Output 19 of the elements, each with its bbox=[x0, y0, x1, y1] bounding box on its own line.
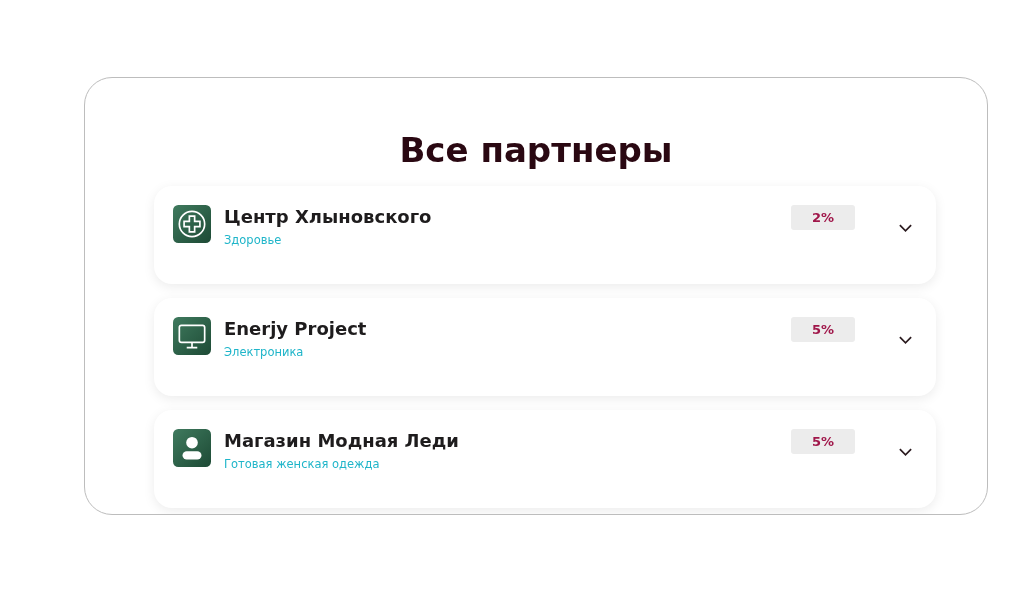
discount-badge: 5% bbox=[791, 317, 855, 342]
chevron-icon[interactable] bbox=[898, 223, 913, 233]
partner-name: Центр Хлыновского bbox=[224, 205, 432, 229]
partner-category: Готовая женская одежда bbox=[224, 457, 381, 471]
chevron-icon[interactable] bbox=[898, 447, 913, 457]
partner-card[interactable]: Магазин Модная Леди Готовая женская одежда 5% bbox=[154, 410, 936, 508]
partner-card[interactable]: Центр Хлыновского Здоровье 2% bbox=[154, 186, 936, 284]
partner-card[interactable]: Enerjy Project Электроника 5% bbox=[154, 298, 936, 396]
partner-name: Магазин Модная Леди bbox=[224, 429, 459, 453]
page-title: Все партнеры bbox=[398, 129, 674, 172]
discount-badge: 5% bbox=[791, 429, 855, 454]
monitor-icon bbox=[173, 317, 211, 355]
discount-badge: 2% bbox=[791, 205, 855, 230]
person-icon bbox=[173, 429, 211, 467]
partner-category: Здоровье bbox=[224, 233, 283, 247]
chevron-icon[interactable] bbox=[898, 335, 913, 345]
medical-cross-icon bbox=[173, 205, 211, 243]
partner-name: Enerjy Project bbox=[224, 317, 367, 341]
partner-category: Электроника bbox=[224, 345, 305, 359]
